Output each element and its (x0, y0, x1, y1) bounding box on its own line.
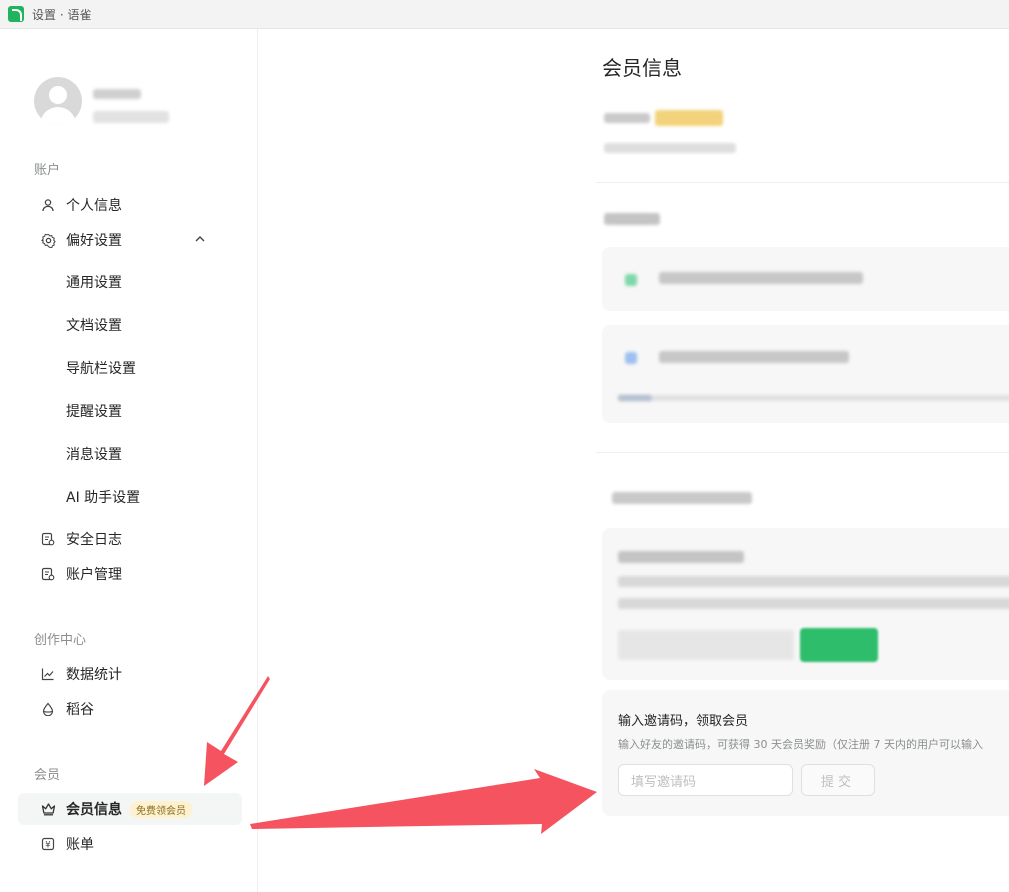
sidebar-item-label: 稻谷 (66, 702, 94, 718)
sidebar-item-label: 会员信息 (66, 802, 122, 818)
sidebar-item-general[interactable]: 通用设置 (18, 266, 242, 298)
benefit-text-redacted (659, 351, 849, 363)
invite-code-input[interactable]: 填写邀请码 (618, 764, 793, 796)
member-name-redacted (604, 113, 650, 123)
window-title: 设置 · 语雀 (32, 7, 92, 22)
account-mgmt-icon (40, 566, 56, 582)
userid-redacted (93, 111, 169, 123)
sidebar-item-message[interactable]: 消息设置 (18, 438, 242, 470)
invite-card-title-redacted (618, 551, 744, 563)
benefit-card-1 (602, 247, 1009, 311)
window-titlebar: 设置 · 语雀 (0, 0, 1009, 29)
invite-card-desc2-redacted (618, 598, 1009, 609)
line-chart-icon (40, 666, 56, 682)
sidebar-item-label: 偏好设置 (66, 233, 122, 249)
chevron-up-icon[interactable] (194, 233, 206, 248)
sidebar-item-preferences[interactable]: 偏好设置 (18, 224, 242, 256)
sidebar: 账户 个人信息 偏好设置 通用设置 文档设置 导航栏设置 提醒设置 消息设置 A… (0, 29, 258, 892)
sidebar-item-label: 安全日志 (66, 532, 122, 548)
user-icon (40, 197, 56, 213)
sidebar-item-label: 账户管理 (66, 567, 122, 583)
yuque-logo-icon (8, 6, 24, 22)
benefit-icon-redacted (625, 352, 637, 364)
arrow-to-invite-card (250, 769, 597, 834)
section-member: 会员 (34, 768, 61, 783)
member-id-redacted (604, 143, 736, 153)
page-title: 会员信息 (602, 56, 682, 80)
benefit-card-2 (602, 325, 1009, 423)
sidebar-item-label: 账单 (66, 837, 94, 853)
divider (596, 452, 1009, 453)
sidebar-item-stats[interactable]: 数据统计 (18, 658, 242, 690)
invite-title: 输入邀请码，领取会员 (618, 714, 749, 729)
divider (596, 182, 1009, 183)
sidebar-item-profile[interactable]: 个人信息 (18, 189, 242, 221)
invite-link-redacted (618, 630, 794, 660)
sidebar-item-label: 数据统计 (66, 667, 122, 683)
submit-button[interactable]: 提交 (801, 764, 875, 796)
invite-heading-redacted (612, 492, 752, 504)
yen-icon: ¥ (40, 836, 56, 852)
sidebar-item-member-info[interactable]: 会员信息 免费领会员 (18, 793, 242, 825)
member-level-badge-redacted (655, 110, 723, 126)
sidebar-item-navbar[interactable]: 导航栏设置 (18, 352, 242, 384)
invite-card-desc-redacted (618, 576, 1009, 587)
sidebar-item-bill[interactable]: ¥ 账单 (18, 828, 242, 860)
sidebar-item-ai[interactable]: AI 助手设置 (18, 481, 242, 513)
section-creation: 创作中心 (34, 633, 87, 648)
log-icon (40, 531, 56, 547)
gear-icon (40, 232, 56, 248)
svg-text:¥: ¥ (45, 841, 51, 851)
sidebar-item-daogu[interactable]: 稻谷 (18, 693, 242, 725)
section-account: 账户 (34, 163, 61, 178)
benefit-text-redacted (659, 272, 863, 284)
sidebar-item-account-mgmt[interactable]: 账户管理 (18, 558, 242, 590)
benefit-icon-redacted (625, 274, 637, 286)
invite-description: 输入好友的邀请码，可获得 30 天会员奖励（仅注册 7 天内的用户可以输入 (618, 738, 983, 751)
crown-icon (40, 801, 56, 817)
sidebar-item-document[interactable]: 文档设置 (18, 309, 242, 341)
username-redacted (93, 89, 141, 99)
avatar[interactable] (34, 77, 82, 125)
progress-fill-redacted (618, 395, 652, 401)
free-member-badge: 免费领会员 (130, 800, 192, 818)
grain-icon (40, 701, 56, 717)
redeem-invite-card: 输入邀请码，领取会员 输入好友的邀请码，可获得 30 天会员奖励（仅注册 7 天… (602, 690, 1009, 816)
benefits-heading-redacted (604, 213, 660, 225)
sidebar-item-reminder[interactable]: 提醒设置 (18, 395, 242, 427)
sidebar-item-label: 个人信息 (66, 198, 122, 214)
sidebar-item-security-log[interactable]: 安全日志 (18, 523, 242, 555)
copy-invite-button[interactable] (800, 628, 878, 662)
invite-friends-card (602, 528, 1009, 680)
progress-bar-redacted (618, 395, 1009, 401)
